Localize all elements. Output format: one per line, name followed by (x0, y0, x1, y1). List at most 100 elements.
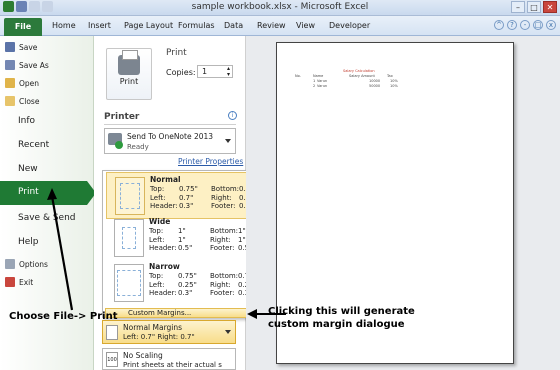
tab-formulas[interactable]: Formulas (178, 21, 215, 30)
margin-option-title: Normal (150, 175, 181, 184)
margin-normal-thumbnail (115, 177, 145, 215)
info-icon[interactable]: i (228, 111, 237, 120)
help-icon[interactable]: ? (507, 20, 517, 30)
tab-developer[interactable]: Developer (329, 21, 370, 30)
sheet-cell: 2 (313, 84, 316, 88)
margin-label: Top: (150, 185, 165, 193)
margin-value: 0.75" (179, 185, 198, 193)
sheet-header-no: No. (295, 74, 301, 78)
close-window-button[interactable]: ✕ (543, 1, 557, 13)
margin-label: Footer: (211, 202, 236, 210)
sheet-header-name: Name (313, 74, 324, 78)
annotation-custom-margins: Clicking this will generate custom margi… (268, 306, 415, 330)
margin-label: Header: (149, 244, 177, 252)
scaling-setting-detail: Print sheets at their actual s (123, 361, 222, 369)
margin-label: Header: (149, 289, 177, 297)
margin-wide-thumbnail (114, 219, 144, 257)
margin-value: 0.3" (178, 289, 193, 297)
print-button-label: Print (119, 77, 139, 86)
tab-view[interactable]: View (296, 21, 315, 30)
margin-label: Footer: (210, 289, 235, 297)
margin-option-wide[interactable]: Wide Top: Left: Header: 1" 1" 0.5" Bottom: Ri… (106, 215, 252, 262)
margin-value: 0.7" (179, 193, 194, 202)
margin-value: 0.5" (178, 244, 193, 252)
margin-label: Footer: (210, 244, 235, 252)
margin-narrow-thumbnail (114, 264, 144, 302)
annotation-choose-print: Choose File-> Print (9, 311, 118, 322)
margin-label: Left: (150, 193, 166, 202)
margin-value: 0.3" (179, 202, 194, 210)
margins-setting-detail: Left: 0.7" Right: 0.7" (123, 333, 195, 341)
nav-recent[interactable]: Recent (18, 140, 49, 150)
custom-margins-item[interactable]: Custom Margins... (105, 308, 251, 318)
margin-option-normal[interactable]: Normal Top: Left: Header: 0.75" 0.7" 0.3" Bo… (106, 172, 258, 219)
margin-label: Right: (210, 235, 231, 244)
exit-icon (5, 277, 15, 287)
minimize-button[interactable]: – (511, 1, 525, 13)
chevron-down-icon (225, 139, 231, 143)
scaling-setting-label: No Scaling (123, 351, 163, 360)
ready-check-icon (115, 141, 123, 149)
nav-exit[interactable]: Exit (5, 277, 33, 287)
nav-save[interactable]: Save (5, 42, 37, 52)
nav-options-label: Options (19, 259, 48, 269)
margins-setting-label: Normal Margins (123, 323, 183, 332)
window-restore-icon[interactable]: □ (533, 20, 543, 30)
nav-new[interactable]: New (18, 164, 38, 174)
copies-label: Copies: (166, 68, 196, 77)
nav-open[interactable]: Open (5, 78, 39, 88)
window-close-icon[interactable]: x (546, 20, 556, 30)
nav-print[interactable]: Print (0, 181, 96, 205)
tab-review[interactable]: Review (257, 21, 286, 30)
chevron-down-icon (225, 330, 231, 334)
tab-home[interactable]: Home (52, 21, 76, 30)
printer-name: Send To OneNote 2013 (127, 132, 214, 141)
margin-option-title: Wide (149, 217, 171, 226)
minimize-ribbon-icon[interactable]: ^ (494, 20, 504, 30)
printer-select[interactable]: Send To OneNote 2013 Ready (104, 128, 236, 154)
sheet-cell: 1 (313, 79, 316, 83)
tab-insert[interactable]: Insert (88, 21, 111, 30)
copies-value: 1 (202, 67, 208, 76)
nav-info[interactable]: Info (18, 116, 35, 126)
margins-dropdown-menu: Normal Top: Left: Header: 0.75" 0.7" 0.3" Bo… (102, 170, 258, 318)
options-icon (5, 259, 15, 269)
maximize-button[interactable]: □ (527, 1, 541, 13)
nav-close[interactable]: Close (5, 96, 39, 106)
sheet-cell: 10000 (369, 79, 381, 83)
margin-label: Bottom: (211, 185, 240, 193)
sheet-cell: 50000 (369, 84, 381, 88)
tab-page-layout[interactable]: Page Layout (124, 21, 173, 30)
nav-close-label: Close (19, 96, 40, 106)
copies-stepper[interactable]: 1 ▴ ▾ (197, 65, 233, 78)
printer-heading: Printer (104, 112, 140, 122)
tab-file[interactable]: File (4, 18, 42, 36)
nav-save-as[interactable]: Save As (5, 60, 49, 70)
margin-value: 0.75" (178, 272, 197, 280)
nav-help[interactable]: Help (18, 237, 39, 247)
margin-option-narrow[interactable]: Narrow Top: Left: Header: 0.75" 0.25" 0.3" B… (106, 260, 257, 307)
print-button[interactable]: Print (106, 48, 152, 100)
nav-exit-label: Exit (19, 277, 34, 287)
nav-save-send[interactable]: Save & Send (18, 213, 76, 223)
title-bar: sample workbook.xlsx - Microsoft Excel –… (0, 0, 560, 16)
stepper-arrows-icon[interactable]: ▴ ▾ (227, 66, 230, 78)
sheet-title: Salary Calculation (343, 69, 375, 73)
margin-label: Right: (211, 193, 232, 202)
scaling-setting-dropdown[interactable]: 100 No Scaling Print sheets at their act… (102, 348, 236, 370)
printer-properties-link[interactable]: Printer Properties (178, 157, 243, 166)
margin-value: 1" (178, 235, 186, 244)
margin-label: Top: (149, 227, 164, 235)
scaling-100-icon: 100 (106, 352, 118, 367)
folder-icon (5, 78, 15, 88)
tab-data[interactable]: Data (224, 21, 243, 30)
margin-label: Left: (149, 280, 165, 289)
printer-status: Ready (127, 143, 149, 151)
save-as-icon (5, 60, 15, 70)
margins-setting-dropdown[interactable]: Normal Margins Left: 0.7" Right: 0.7" (102, 320, 236, 344)
sheet-cell: Varun (317, 84, 328, 88)
nav-options[interactable]: Options (5, 259, 48, 269)
margin-label: Bottom: (210, 227, 239, 235)
window-minimize-icon[interactable]: - (520, 20, 530, 30)
margin-option-title: Narrow (149, 262, 180, 271)
